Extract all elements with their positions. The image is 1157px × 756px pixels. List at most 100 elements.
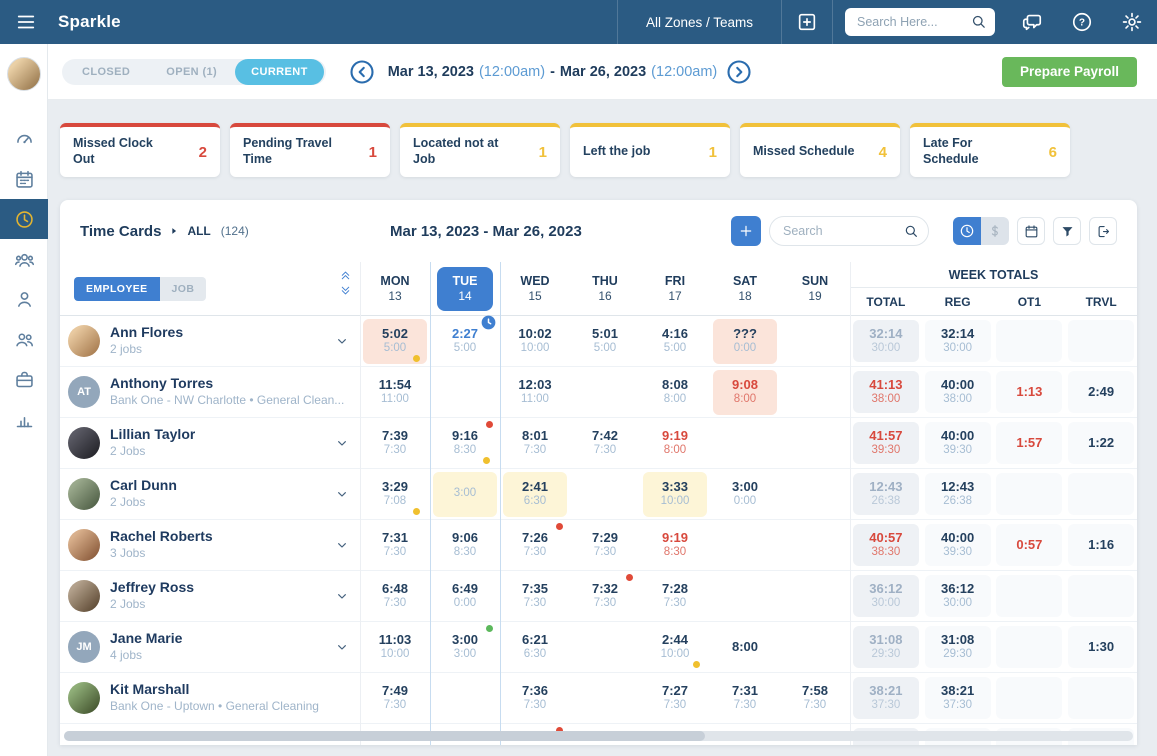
alert-card[interactable]: Pending Travel Time1 <box>230 123 390 177</box>
time-cell-fri[interactable]: 8:088:00 <box>640 367 710 417</box>
sidebar-item-timecards[interactable] <box>0 199 48 239</box>
time-cell-tue[interactable]: 6:490:00 <box>430 571 500 621</box>
add-time-card-button[interactable] <box>731 216 761 246</box>
time-cell-mon[interactable]: 11:0310:00 <box>360 622 430 672</box>
employee-avatar[interactable] <box>68 427 100 459</box>
alert-card[interactable]: Late For Schedule6 <box>910 123 1070 177</box>
time-cell-thu[interactable]: 7:297:30 <box>570 520 640 570</box>
day-header-sun[interactable]: SUN19 <box>780 262 850 315</box>
time-cell-sat[interactable]: 3:000:00 <box>710 469 780 519</box>
time-cell-mon[interactable]: 7:497:30 <box>360 673 430 723</box>
time-cell-tue[interactable]: 9:168:30 <box>430 418 500 468</box>
zones-teams-selector[interactable]: All Zones / Teams <box>618 15 781 30</box>
time-cell-sun[interactable] <box>780 520 850 570</box>
time-cell-sat[interactable] <box>710 418 780 468</box>
time-view-button[interactable] <box>953 217 981 245</box>
time-cell-mon[interactable]: 7:397:30 <box>360 418 430 468</box>
time-cell-fri[interactable]: 7:277:30 <box>640 673 710 723</box>
time-cell-sun[interactable] <box>780 367 850 417</box>
sidebar-item-users[interactable] <box>0 319 48 359</box>
employee-view-tab[interactable]: EMPLOYEE <box>74 277 160 301</box>
hamburger-menu-icon[interactable] <box>15 11 37 33</box>
chevron-down-icon[interactable] <box>334 435 350 451</box>
search-icon[interactable] <box>903 223 919 239</box>
employee-avatar[interactable] <box>68 682 100 714</box>
time-cell-wed[interactable]: 12:0311:00 <box>500 367 570 417</box>
day-header-mon[interactable]: MON13 <box>360 262 430 315</box>
time-cell-wed[interactable]: 7:367:30 <box>500 673 570 723</box>
sidebar-item-teams[interactable] <box>0 239 48 279</box>
time-cell-tue[interactable]: 9:068:30 <box>430 520 500 570</box>
sidebar-item-schedule[interactable] <box>0 159 48 199</box>
period-tab-closed[interactable]: CLOSED <box>64 59 148 85</box>
time-cell-fri[interactable]: 3:3310:00 <box>640 469 710 519</box>
time-cell-sun[interactable] <box>780 418 850 468</box>
scrollbar-thumb[interactable] <box>64 731 705 741</box>
time-cell-mon[interactable]: 6:487:30 <box>360 571 430 621</box>
time-cell-sat[interactable]: ???0:00 <box>710 316 780 366</box>
day-header-fri[interactable]: FRI17 <box>640 262 710 315</box>
alert-card[interactable]: Missed Clock Out2 <box>60 123 220 177</box>
time-cell-wed[interactable]: 7:357:30 <box>500 571 570 621</box>
time-cell-wed[interactable]: 7:267:30 <box>500 520 570 570</box>
expand-all-icon[interactable] <box>339 285 352 298</box>
chevron-down-icon[interactable] <box>334 333 350 349</box>
day-header-thu[interactable]: THU16 <box>570 262 640 315</box>
messages-icon[interactable] <box>1021 11 1043 33</box>
time-cell-thu[interactable] <box>570 367 640 417</box>
alert-card[interactable]: Missed Schedule4 <box>740 123 900 177</box>
time-cell-fri[interactable]: 7:287:30 <box>640 571 710 621</box>
time-cell-thu[interactable]: 5:015:00 <box>570 316 640 366</box>
time-cell-tue[interactable] <box>430 673 500 723</box>
employee-avatar[interactable] <box>68 529 100 561</box>
time-cell-mon[interactable]: 7:317:30 <box>360 520 430 570</box>
time-cell-fri[interactable]: 2:4410:00 <box>640 622 710 672</box>
employee-avatar[interactable] <box>68 325 100 357</box>
chevron-down-icon[interactable] <box>334 486 350 502</box>
time-cell-tue[interactable] <box>430 367 500 417</box>
period-tab-open-1-[interactable]: OPEN (1) <box>148 59 235 85</box>
settings-gear-icon[interactable] <box>1121 11 1143 33</box>
period-tab-current[interactable]: CURRENT <box>235 59 324 85</box>
time-cell-sun[interactable] <box>780 316 850 366</box>
chevron-down-icon[interactable] <box>334 588 350 604</box>
employee-avatar[interactable] <box>68 580 100 612</box>
time-cell-mon[interactable]: 5:025:00 <box>360 316 430 366</box>
employee-avatar[interactable]: JM <box>68 631 100 663</box>
time-cell-mon[interactable]: 11:5411:00 <box>360 367 430 417</box>
employee-avatar[interactable] <box>68 478 100 510</box>
time-cell-fri[interactable]: 9:198:00 <box>640 418 710 468</box>
sidebar-item-person[interactable] <box>0 279 48 319</box>
time-cell-thu[interactable] <box>570 469 640 519</box>
time-cell-sun[interactable]: 7:587:30 <box>780 673 850 723</box>
time-cell-wed[interactable]: 2:416:30 <box>500 469 570 519</box>
time-cell-thu[interactable] <box>570 673 640 723</box>
time-cell-thu[interactable] <box>570 622 640 672</box>
day-header-wed[interactable]: WED15 <box>500 262 570 315</box>
collapse-all-icon[interactable] <box>339 268 352 281</box>
day-header-tue[interactable]: TUE14 <box>430 262 500 315</box>
employee-avatar[interactable]: AT <box>68 376 100 408</box>
export-button[interactable] <box>1089 217 1117 245</box>
time-cell-sun[interactable] <box>780 469 850 519</box>
time-cell-tue[interactable]: 3:003:00 <box>430 622 500 672</box>
time-cell-thu[interactable]: 7:327:30 <box>570 571 640 621</box>
user-avatar[interactable] <box>7 57 41 91</box>
time-cell-sat[interactable]: 8:00 <box>710 622 780 672</box>
sidebar-item-dashboard[interactable] <box>0 119 48 159</box>
time-cell-fri[interactable]: 4:165:00 <box>640 316 710 366</box>
next-period-icon[interactable] <box>725 58 753 86</box>
time-cell-fri[interactable]: 9:198:30 <box>640 520 710 570</box>
time-cell-wed[interactable]: 8:017:30 <box>500 418 570 468</box>
horizontal-scrollbar[interactable] <box>64 731 1133 741</box>
time-cell-mon[interactable]: 3:297:08 <box>360 469 430 519</box>
day-header-sat[interactable]: SAT18 <box>710 262 780 315</box>
breadcrumb[interactable]: ALL <box>187 224 210 238</box>
time-cell-wed[interactable]: 10:0210:00 <box>500 316 570 366</box>
filter-button[interactable] <box>1053 217 1081 245</box>
time-cell-wed[interactable]: 6:216:30 <box>500 622 570 672</box>
chevron-down-icon[interactable] <box>334 537 350 553</box>
time-cell-sat[interactable] <box>710 571 780 621</box>
time-cell-sat[interactable] <box>710 520 780 570</box>
previous-period-icon[interactable] <box>348 58 376 86</box>
